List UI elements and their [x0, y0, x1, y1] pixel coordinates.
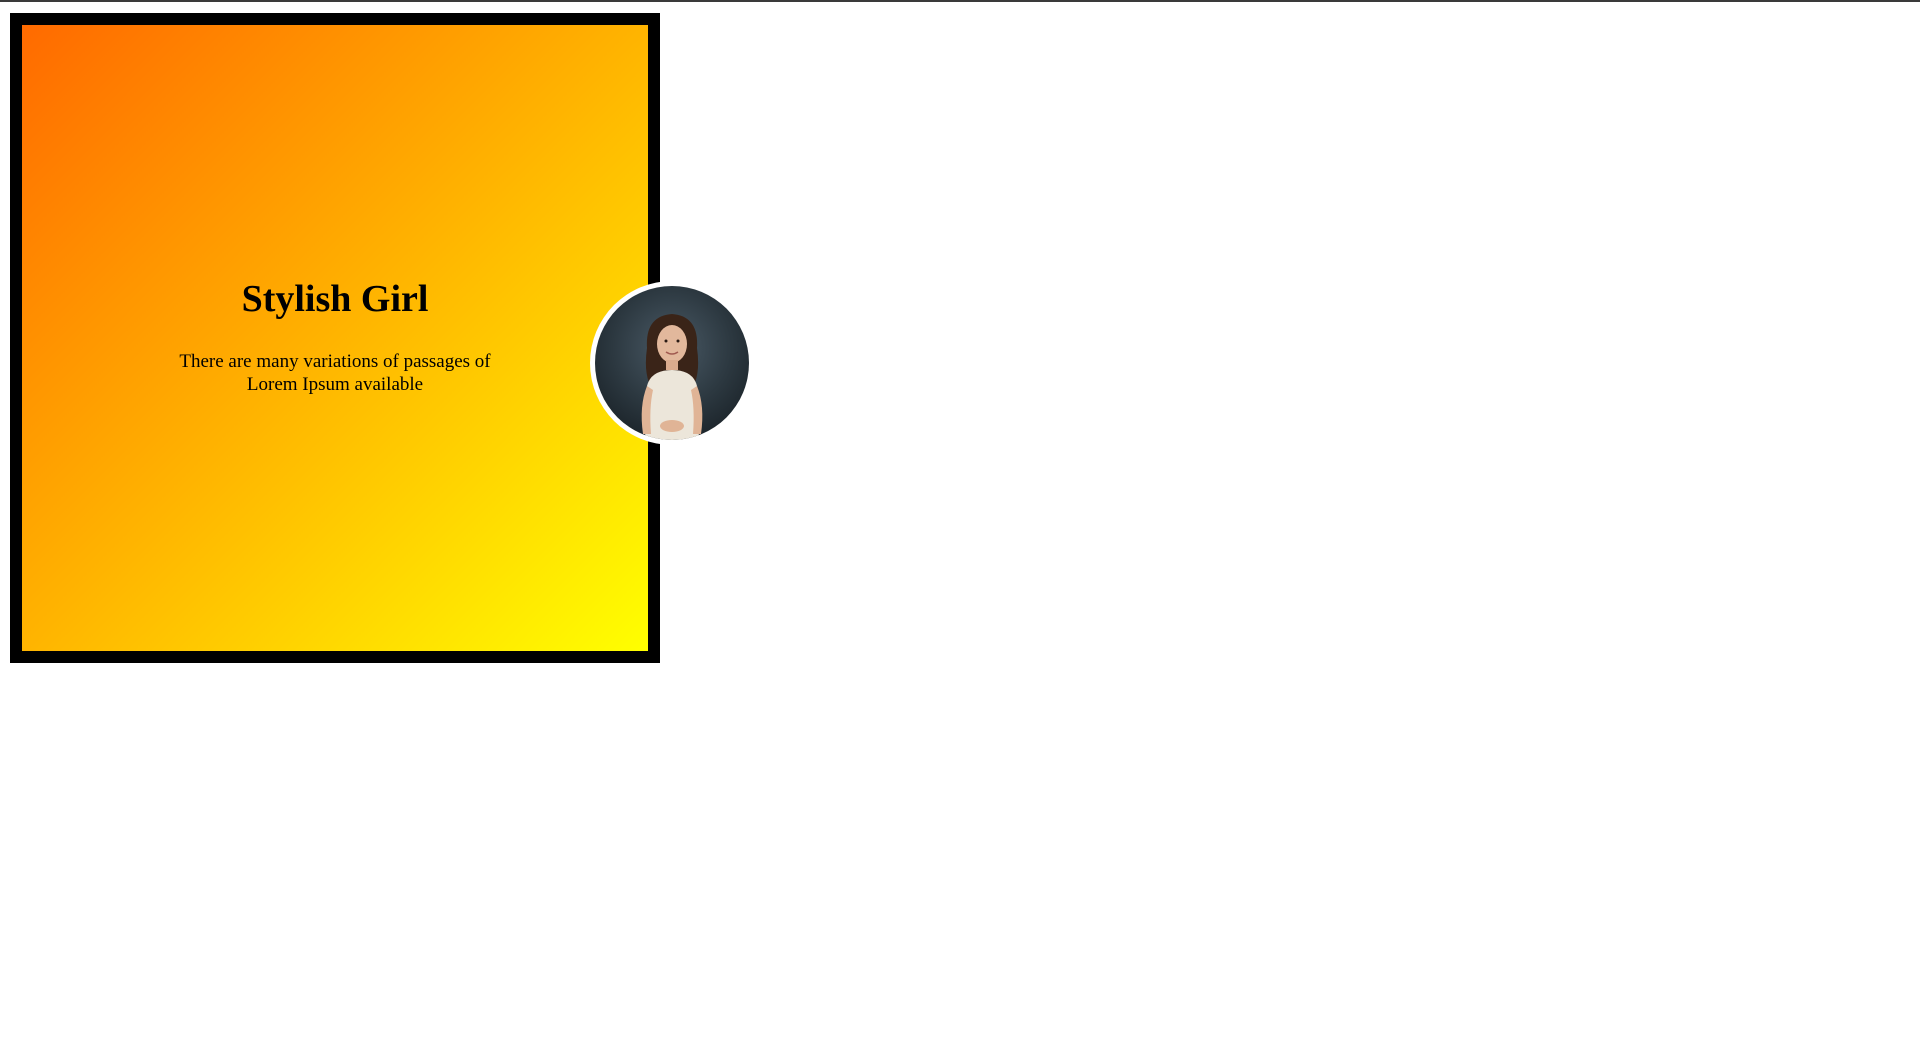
portrait-photo-icon — [595, 286, 749, 440]
top-rule — [0, 0, 1920, 2]
card-description: There are many variations of passages of… — [179, 351, 491, 395]
profile-card: Stylish Girl There are many variations o… — [10, 13, 660, 663]
avatar — [590, 281, 754, 445]
avatar-photo — [595, 286, 749, 440]
card-content: Stylish Girl There are many variations o… — [22, 25, 648, 651]
card-title: Stylish Girl — [241, 278, 429, 321]
